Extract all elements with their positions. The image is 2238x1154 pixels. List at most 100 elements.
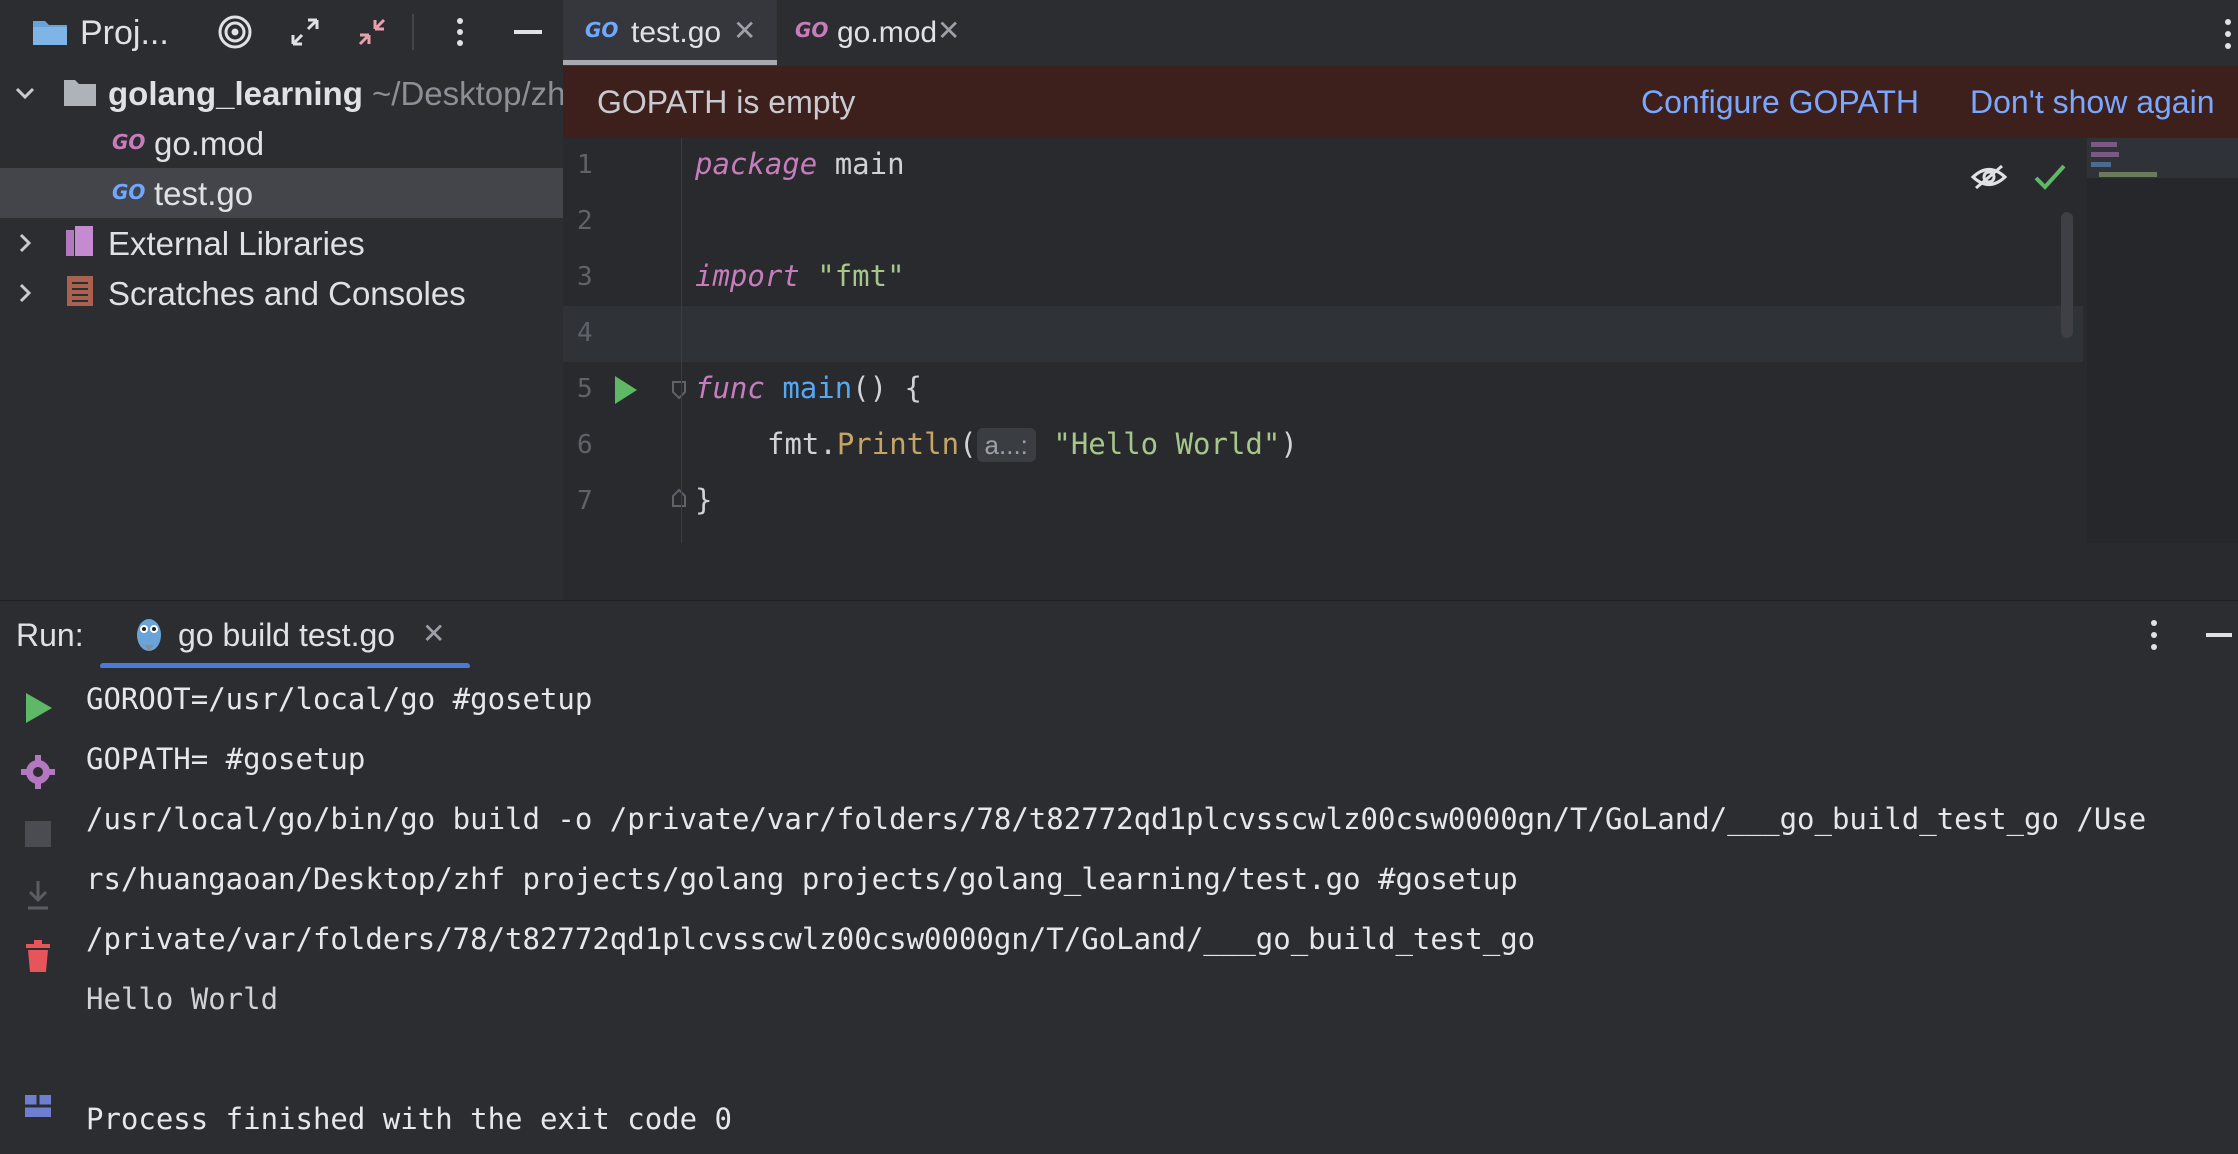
code-text: func main() { [695, 371, 922, 405]
layout-icon[interactable] [22, 1090, 54, 1122]
punctuation: ( [959, 427, 977, 461]
chevron-down-icon[interactable] [12, 80, 38, 106]
expand-all-icon[interactable] [285, 12, 325, 52]
tab-label: test.go [631, 16, 722, 49]
line-number: 2 [577, 206, 593, 236]
run-gutter-icon[interactable] [611, 374, 639, 406]
go-file-icon: GO [795, 18, 829, 42]
code-text: fmt.Println(a...: "Hello World") [767, 427, 1298, 462]
code-text: import "fmt" [695, 259, 905, 293]
collapse-all-icon[interactable] [352, 12, 392, 52]
identifier: fmt. [767, 427, 837, 461]
code-text: } [695, 483, 713, 517]
target-icon[interactable] [215, 12, 255, 52]
line-number: 4 [577, 318, 593, 348]
code-line: 5 func main() { [563, 362, 2083, 418]
editor-tab-bar: GO test.go ✕ GO go.mod ✕ [563, 0, 2238, 66]
keyword: import [695, 259, 800, 293]
punctuation: ) [1280, 427, 1298, 461]
folder-icon [64, 80, 96, 106]
project-title[interactable]: Proj... [80, 14, 169, 53]
string-literal: "fmt" [817, 259, 905, 293]
line-number: 1 [577, 150, 593, 180]
hide-icon[interactable] [508, 12, 548, 52]
run-tab[interactable]: go build test.go ✕ [100, 601, 470, 669]
tree-item-test-go[interactable]: GO test.go [0, 168, 563, 218]
tab-label: go.mod [837, 16, 938, 49]
root-folder-path: ~/Desktop/zh [372, 75, 566, 112]
checkmark-icon[interactable] [2033, 162, 2067, 192]
file-name: test.go [154, 175, 254, 212]
hide-icon[interactable] [2204, 615, 2234, 655]
go-file-icon: GO [585, 18, 619, 42]
minimap-line [2091, 162, 2111, 167]
run-label: Run: [16, 617, 84, 653]
close-icon[interactable]: ✕ [937, 14, 960, 47]
configure-gopath-link[interactable]: Configure GOPATH [1641, 84, 1919, 121]
project-header: Proj... [0, 0, 563, 64]
code-line-current: 4 [563, 306, 2083, 362]
more-options-icon[interactable] [440, 12, 480, 52]
keyword: func [695, 371, 765, 405]
more-options-icon[interactable] [2144, 615, 2164, 655]
console-line: GOROOT=/usr/local/go #gosetup [86, 682, 593, 716]
keyword: package [695, 147, 818, 181]
banner-message: GOPATH is empty [597, 84, 856, 120]
close-icon[interactable]: ✕ [733, 14, 756, 47]
tree-item-scratches[interactable]: Scratches and Consoles [0, 268, 563, 318]
tree-item-go-mod[interactable]: GO go.mod [0, 118, 563, 168]
tree-item-root[interactable]: golang_learning ~/Desktop/zh [0, 68, 566, 118]
dont-show-again-link[interactable]: Don't show again [1970, 84, 2214, 121]
console-line: /usr/local/go/bin/go build -o /private/v… [86, 802, 2147, 836]
scratches-icon [67, 276, 93, 306]
more-options-icon[interactable] [2218, 14, 2238, 54]
line-number: 3 [577, 262, 593, 292]
fold-icon[interactable] [671, 380, 687, 400]
console-line: /private/var/folders/78/t82772qd1plcvssc… [86, 922, 1536, 956]
chevron-right-icon[interactable] [12, 230, 38, 256]
code-line: 3 import "fmt" [563, 250, 2083, 306]
console-line: rs/huangaoan/Desktop/zhf projects/golang… [86, 862, 1518, 896]
folder-icon [33, 21, 67, 45]
active-tab-indicator [563, 60, 777, 65]
tab-test-go[interactable]: GO test.go ✕ [563, 0, 777, 66]
stop-icon[interactable] [22, 818, 54, 850]
gopath-banner: GOPATH is empty Configure GOPATH Don't s… [563, 66, 2238, 138]
code-line: 2 [563, 194, 2083, 250]
console-output[interactable]: GOROOT=/usr/local/go #gosetup GOPATH= #g… [76, 668, 2238, 1154]
code-editor[interactable]: 1 package main 2 3 import "fmt" 4 5 func… [563, 138, 2238, 543]
scratches-label: Scratches and Consoles [108, 275, 466, 312]
run-toolbar [0, 668, 76, 1154]
rerun-icon[interactable] [22, 690, 54, 726]
close-icon[interactable]: ✕ [422, 617, 445, 650]
tree-item-external-libraries[interactable]: External Libraries [0, 218, 563, 268]
editor-empty-area[interactable] [563, 543, 2238, 600]
chevron-right-icon[interactable] [12, 280, 38, 306]
trash-icon[interactable] [22, 938, 54, 974]
fold-icon[interactable] [671, 488, 687, 508]
file-name: go.mod [154, 125, 265, 162]
go-file-icon: GO [112, 180, 146, 204]
scroll-to-end-icon[interactable] [22, 878, 54, 914]
punctuation: () { [852, 371, 922, 405]
parameter-hint: a...: [976, 428, 1036, 462]
minimap-line [2091, 142, 2117, 147]
scrollbar[interactable] [2061, 212, 2073, 338]
hide-hints-icon[interactable] [1970, 162, 2008, 192]
identifier: main [834, 147, 905, 181]
tab-go-mod[interactable]: GO go.mod ✕ [795, 0, 975, 66]
code-line: 6 fmt.Println(a...: "Hello World") [563, 418, 2083, 474]
console-line: Hello World [86, 982, 279, 1016]
function-name: main [782, 371, 853, 405]
gopher-icon [137, 619, 161, 651]
code-line: 1 package main [563, 138, 2083, 194]
minimap[interactable] [2087, 138, 2238, 543]
minimap-line [2099, 172, 2157, 177]
function-call: Println [836, 427, 960, 461]
code-text: package main [695, 147, 905, 181]
divider [412, 14, 414, 50]
string-literal: "Hello World" [1053, 427, 1281, 461]
settings-icon[interactable] [20, 754, 56, 790]
library-icon [66, 226, 93, 256]
gutter-separator [681, 138, 682, 543]
